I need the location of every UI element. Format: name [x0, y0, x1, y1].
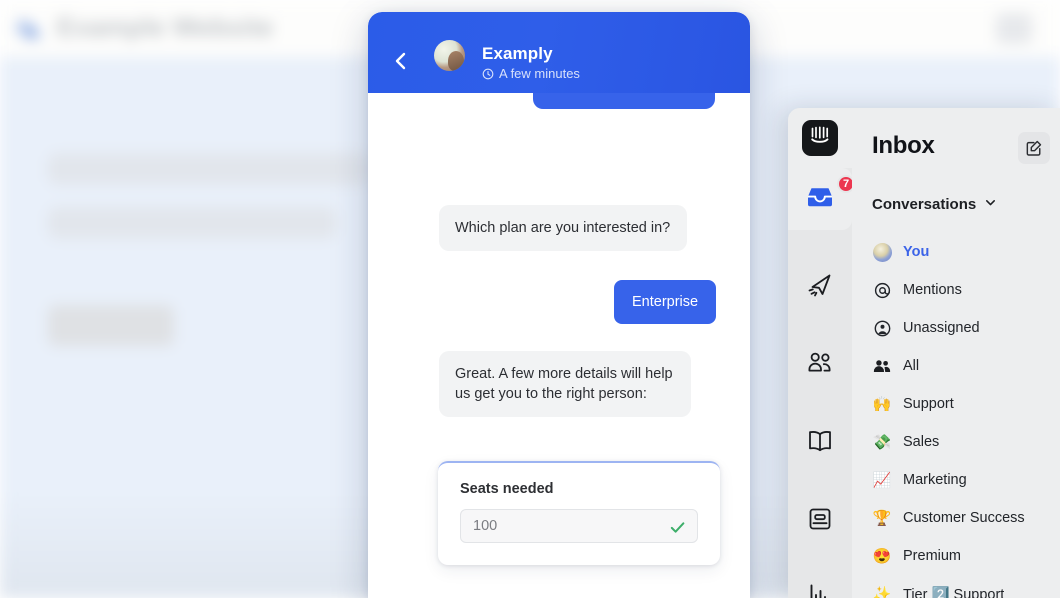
agent-status: A few minutes	[482, 66, 580, 81]
rail-item-outbound[interactable]	[788, 256, 852, 318]
conversations-list: You Mentions Unassigned All 🙌 Support 💸 …	[852, 233, 1060, 598]
inbox-panel: 7 Inbox Conversations You Mentions Unass…	[788, 108, 1060, 598]
intercom-logo-icon[interactable]	[788, 108, 852, 168]
triangle-logo-icon	[12, 14, 42, 42]
message-bubble-user: Enterprise	[614, 280, 717, 324]
list-item-tier-2-support[interactable]: ✨ Tier 2️⃣ Support	[852, 575, 1060, 598]
chevron-left-icon[interactable]	[390, 50, 412, 72]
message-bubble-bot: Which plan are you interested in?	[439, 205, 687, 251]
screen: Example Website Examply A few minutes Wh…	[0, 0, 1060, 598]
rail-item-articles[interactable]	[788, 412, 852, 474]
agent-name: Examply	[482, 44, 553, 63]
conversations-section-header[interactable]: Conversations	[872, 196, 997, 213]
chevron-down-icon	[984, 196, 997, 213]
raised-hands-emoji-icon: 🙌	[872, 396, 892, 413]
list-item-unassigned[interactable]: Unassigned	[852, 309, 1060, 347]
list-item-sales[interactable]: 💸 Sales	[852, 423, 1060, 461]
paper-plane-icon	[805, 270, 835, 305]
chart-increasing-emoji-icon: 📈	[872, 472, 892, 489]
agent-avatar	[434, 40, 465, 71]
messenger-widget: Examply A few minutes Which plan are you…	[368, 12, 750, 598]
list-item-support[interactable]: 🙌 Support	[852, 385, 1060, 423]
clock-icon	[482, 68, 494, 80]
list-item-customer-success[interactable]: 🏆 Customer Success	[852, 499, 1060, 537]
background-site-title: Example Website	[57, 12, 274, 42]
background-placeholder-block	[48, 153, 370, 185]
seats-needed-input[interactable]: 100	[460, 509, 698, 543]
rail-item-messenger[interactable]	[788, 490, 852, 552]
inbox-icon: 7	[805, 174, 856, 215]
sparkles-emoji-icon: ✨	[872, 586, 892, 598]
rail-item-reports[interactable]	[788, 566, 852, 598]
message-bubble-partial	[533, 93, 715, 109]
list-item-label: Tier 2️⃣ Support	[903, 586, 1005, 598]
trophy-emoji-icon: 🏆	[872, 510, 892, 527]
list-item-label: Premium	[903, 548, 962, 564]
conversations-label: Conversations	[872, 196, 977, 213]
inbox-main: Inbox Conversations You Mentions Unassig…	[852, 108, 1060, 598]
list-item-all[interactable]: All	[852, 347, 1060, 385]
app-nav-rail: 7	[788, 108, 856, 598]
list-item-mentions[interactable]: Mentions	[852, 271, 1060, 309]
bar-chart-icon	[806, 582, 834, 598]
people-filled-icon	[872, 358, 892, 374]
messenger-header: Examply A few minutes	[368, 12, 750, 93]
background-placeholder-block	[48, 207, 336, 239]
background-placeholder-button	[48, 305, 174, 346]
agent-status-label: A few minutes	[499, 66, 580, 81]
list-item-label: Customer Success	[903, 510, 1025, 526]
seats-needed-card[interactable]: Seats needed 100	[438, 461, 720, 565]
at-sign-icon	[872, 282, 892, 299]
page-title: Inbox	[872, 132, 935, 159]
money-emoji-icon: 💸	[872, 434, 892, 451]
seats-needed-value: 100	[473, 518, 498, 534]
heart-eyes-emoji-icon: 😍	[872, 548, 892, 565]
list-item-marketing[interactable]: 📈 Marketing	[852, 461, 1060, 499]
people-icon	[805, 349, 835, 382]
list-item-label: All	[903, 358, 920, 374]
list-item-label: Sales	[903, 434, 940, 450]
seats-needed-label: Seats needed	[460, 481, 554, 497]
list-item-label: Marketing	[903, 472, 967, 488]
list-item-label: Support	[903, 396, 954, 412]
compose-icon[interactable]	[1018, 132, 1050, 164]
check-icon	[668, 518, 687, 541]
book-open-icon	[805, 428, 835, 459]
rail-item-contacts[interactable]	[788, 334, 852, 396]
list-item-label: You	[903, 244, 930, 260]
list-item-you[interactable]: You	[852, 233, 1060, 271]
user-circle-icon	[872, 320, 892, 337]
rail-item-inbox[interactable]: 7	[788, 168, 856, 230]
messenger-conversation[interactable]: Which plan are you interested in? Enterp…	[368, 93, 750, 598]
list-item-label: Mentions	[903, 282, 962, 298]
list-item-label: Unassigned	[903, 320, 980, 336]
messenger-card-icon	[806, 505, 834, 538]
background-top-button[interactable]	[996, 13, 1032, 44]
message-bubble-bot: Great. A few more details will help us g…	[439, 351, 691, 417]
user-avatar	[872, 242, 892, 262]
list-item-premium[interactable]: 😍 Premium	[852, 537, 1060, 575]
